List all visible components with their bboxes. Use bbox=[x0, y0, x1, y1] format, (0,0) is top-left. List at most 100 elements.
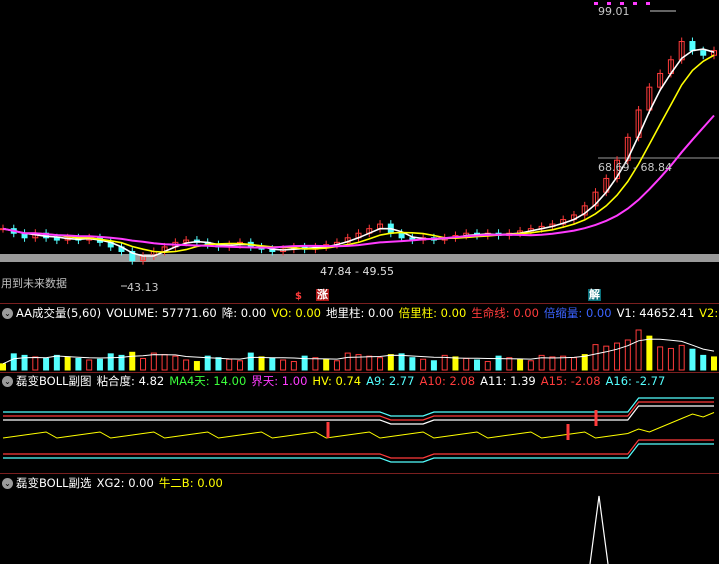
candle-body bbox=[700, 50, 707, 56]
volume-bar bbox=[10, 353, 17, 371]
volume-bar bbox=[549, 356, 556, 371]
panel_boll-item: HV: 0.74 bbox=[312, 374, 362, 388]
panel_volume-item: V1: 44652.41 bbox=[616, 306, 695, 320]
volume-bar bbox=[161, 354, 168, 371]
band-range-label: 47.84 - 49.55 bbox=[320, 265, 394, 278]
volume-bar bbox=[129, 351, 136, 371]
volume-bar bbox=[215, 357, 222, 371]
signal-dot bbox=[646, 2, 650, 5]
volume-bar bbox=[484, 361, 491, 371]
marker-s[interactable]: $ bbox=[294, 291, 303, 303]
main-price-chart[interactable] bbox=[0, 0, 719, 290]
panel_volume-item: AA成交量(5,60) bbox=[16, 306, 102, 320]
volume-bar bbox=[140, 357, 147, 371]
volume-panel-chart[interactable] bbox=[0, 322, 719, 372]
boll-upper-cyan bbox=[3, 397, 714, 417]
volume-bar bbox=[646, 335, 653, 371]
volume-bar bbox=[269, 357, 276, 371]
marker-jie[interactable]: 解 bbox=[588, 289, 601, 301]
panel_volume-item: V2: 414 bbox=[699, 306, 719, 320]
volume-bar bbox=[689, 348, 696, 371]
panel_volume-item: 倍缩量: 0.00 bbox=[543, 306, 612, 320]
volume-bar bbox=[614, 342, 621, 371]
panel_boll-item: A10: 2.08 bbox=[419, 374, 476, 388]
volume-bar bbox=[323, 358, 330, 371]
panel_select-item: 磊变BOLL副选 bbox=[16, 476, 92, 490]
volume-bar bbox=[86, 359, 93, 371]
volume-bar bbox=[409, 357, 416, 371]
ma-line-white bbox=[2, 48, 715, 257]
panel_select-item: 牛二B: 0.00 bbox=[158, 476, 223, 490]
panel_boll-item: MA4天: 14.00 bbox=[169, 374, 247, 388]
collapse-icon[interactable]: ⌄ bbox=[2, 307, 13, 319]
panel-separator bbox=[0, 473, 719, 474]
volume-bar bbox=[387, 354, 394, 371]
panel_volume-item: VO: 0.00 bbox=[271, 306, 321, 320]
marker-zhang[interactable]: 涨 bbox=[316, 289, 329, 301]
volume-bar bbox=[420, 358, 427, 371]
ma-line-yellow bbox=[2, 54, 715, 254]
volume-bar bbox=[290, 361, 297, 371]
panel_boll-item: A11: 1.39 bbox=[480, 374, 536, 388]
signal-dot bbox=[633, 2, 637, 5]
stock-chart-window: 99.01 43.13 47.84 - 49.55 68.69 - 68.84 … bbox=[0, 0, 719, 564]
panel_volume-item: VOLUME: 57771.60 bbox=[106, 306, 217, 320]
volume-bar bbox=[193, 361, 200, 371]
panel_volume-item: 生命线: 0.00 bbox=[471, 306, 539, 320]
boll-lower-red bbox=[3, 439, 714, 459]
candle-body bbox=[398, 232, 405, 239]
volume-bar bbox=[247, 352, 254, 371]
panel_boll-item: A16: -2.77 bbox=[605, 374, 666, 388]
volume-bar bbox=[678, 344, 685, 371]
volume-bar bbox=[344, 352, 351, 371]
volume-bar bbox=[333, 360, 340, 371]
volume-bar bbox=[150, 352, 157, 371]
level-range-label: 68.69 - 68.84 bbox=[598, 161, 672, 174]
volume-bar bbox=[226, 358, 233, 371]
volume-panel-header[interactable]: ⌄ AA成交量(5,60) VOLUME: 57771.60 降: 0.00 VO: 0… bbox=[0, 305, 719, 321]
boll-panel-chart[interactable] bbox=[0, 390, 719, 472]
volume-bar bbox=[312, 357, 319, 371]
volume-bar bbox=[75, 357, 82, 371]
volume-bar bbox=[430, 360, 437, 371]
volume-bar bbox=[64, 356, 71, 371]
volume-bar bbox=[527, 360, 534, 371]
volume-bar bbox=[635, 329, 642, 371]
volume-bar bbox=[570, 357, 577, 371]
volume-bar bbox=[603, 345, 610, 371]
ma-line-magenta bbox=[2, 114, 715, 249]
select-panel-chart[interactable] bbox=[0, 492, 719, 564]
volume-bar bbox=[0, 363, 6, 371]
volume-bar bbox=[366, 355, 373, 371]
boll-upper-red bbox=[3, 401, 714, 421]
gray-band bbox=[0, 254, 719, 262]
volume-bar bbox=[506, 357, 513, 371]
volume-bar bbox=[474, 359, 480, 371]
volume-bar bbox=[377, 357, 384, 371]
panel_boll-item: 粘合度: 4.82 bbox=[96, 374, 165, 388]
volume-bar bbox=[172, 355, 179, 371]
panel-separator bbox=[0, 303, 719, 304]
volume-bar bbox=[43, 357, 50, 371]
collapse-icon[interactable]: ⌄ bbox=[2, 477, 13, 489]
candle-body bbox=[689, 41, 696, 52]
volume-bar bbox=[398, 353, 405, 371]
boll-mid-white bbox=[3, 405, 714, 425]
volume-bar bbox=[463, 357, 470, 371]
panel_volume-item: 倍里柱: 0.00 bbox=[398, 306, 467, 320]
future-data-warning: 用到未来数据 bbox=[1, 277, 67, 290]
panel_volume-item: 地里柱: 0.00 bbox=[326, 306, 394, 320]
panel_boll-item: A15: -2.08 bbox=[540, 374, 601, 388]
volume-bar bbox=[107, 353, 114, 371]
volume-bar bbox=[258, 356, 265, 371]
volume-bar bbox=[53, 354, 60, 371]
volume-bar bbox=[657, 346, 664, 371]
boll-lower-cyan bbox=[3, 443, 714, 463]
collapse-icon[interactable]: ⌄ bbox=[2, 375, 13, 387]
boll-panel-header[interactable]: ⌄ 磊变BOLL副图 粘合度: 4.82 MA4天: 14.00 界天: 1.00 HV:… bbox=[0, 373, 719, 389]
volume-bar bbox=[183, 359, 190, 371]
volume-bar bbox=[517, 358, 524, 371]
volume-bar bbox=[452, 356, 459, 371]
select-panel-header[interactable]: ⌄ 磊变BOLL副选 XG2: 0.00 牛二B: 0.00 bbox=[0, 475, 719, 491]
panel_volume-item: 降: 0.00 bbox=[221, 306, 267, 320]
